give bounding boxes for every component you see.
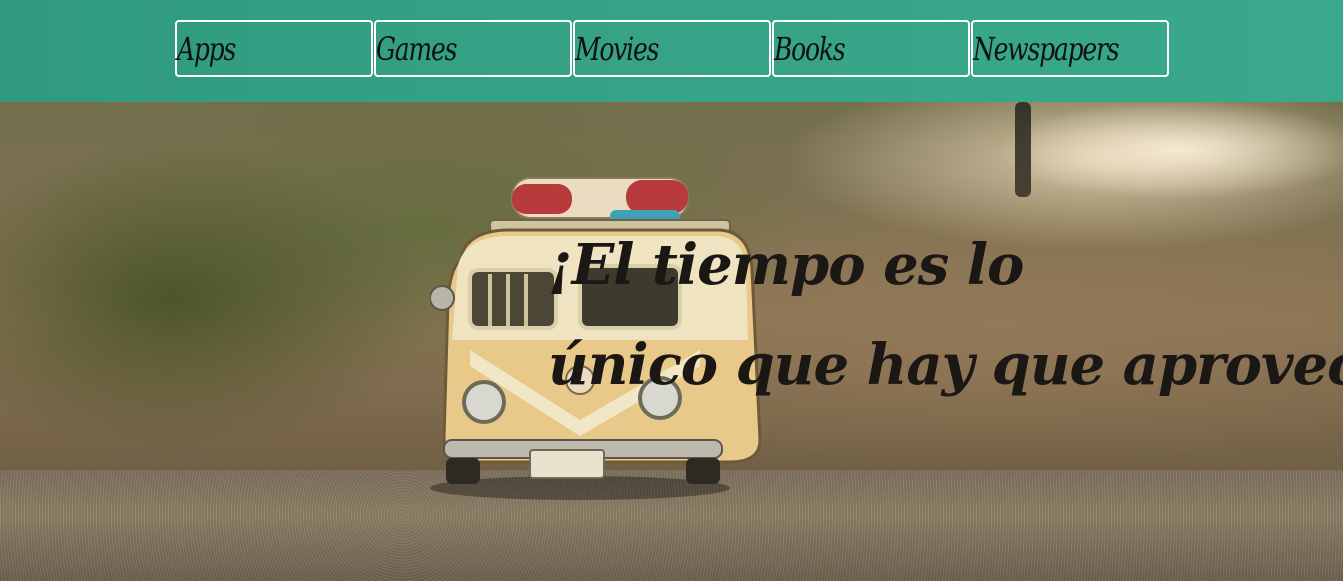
nav-item-label: Apps (177, 29, 236, 68)
nav-item-label: Books (774, 29, 846, 68)
nav-item-label: Newspapers (973, 29, 1120, 68)
top-navbar: Apps Games Movies Books Newspapers (0, 0, 1343, 102)
nav-item-newspapers[interactable]: Newspapers (971, 20, 1169, 77)
hero-headline-line2: único que hay que aprovechar! (548, 332, 1343, 398)
nav-item-apps[interactable]: Apps (175, 20, 373, 77)
nav-item-games[interactable]: Games (374, 20, 572, 77)
nav-item-label: Movies (575, 29, 659, 68)
nav-item-label: Games (376, 29, 457, 68)
nav-item-books[interactable]: Books (772, 20, 970, 77)
hero-headline-line1: ¡El tiempo es lo (548, 232, 1024, 298)
nav-list: Apps Games Movies Books Newspapers (175, 20, 1170, 77)
background-post (1015, 102, 1031, 197)
page: Apps Games Movies Books Newspapers ¡El t… (0, 0, 1343, 581)
nav-item-movies[interactable]: Movies (573, 20, 771, 77)
hero-headline: ¡El tiempo es lo único que hay que aprov… (548, 215, 1343, 415)
